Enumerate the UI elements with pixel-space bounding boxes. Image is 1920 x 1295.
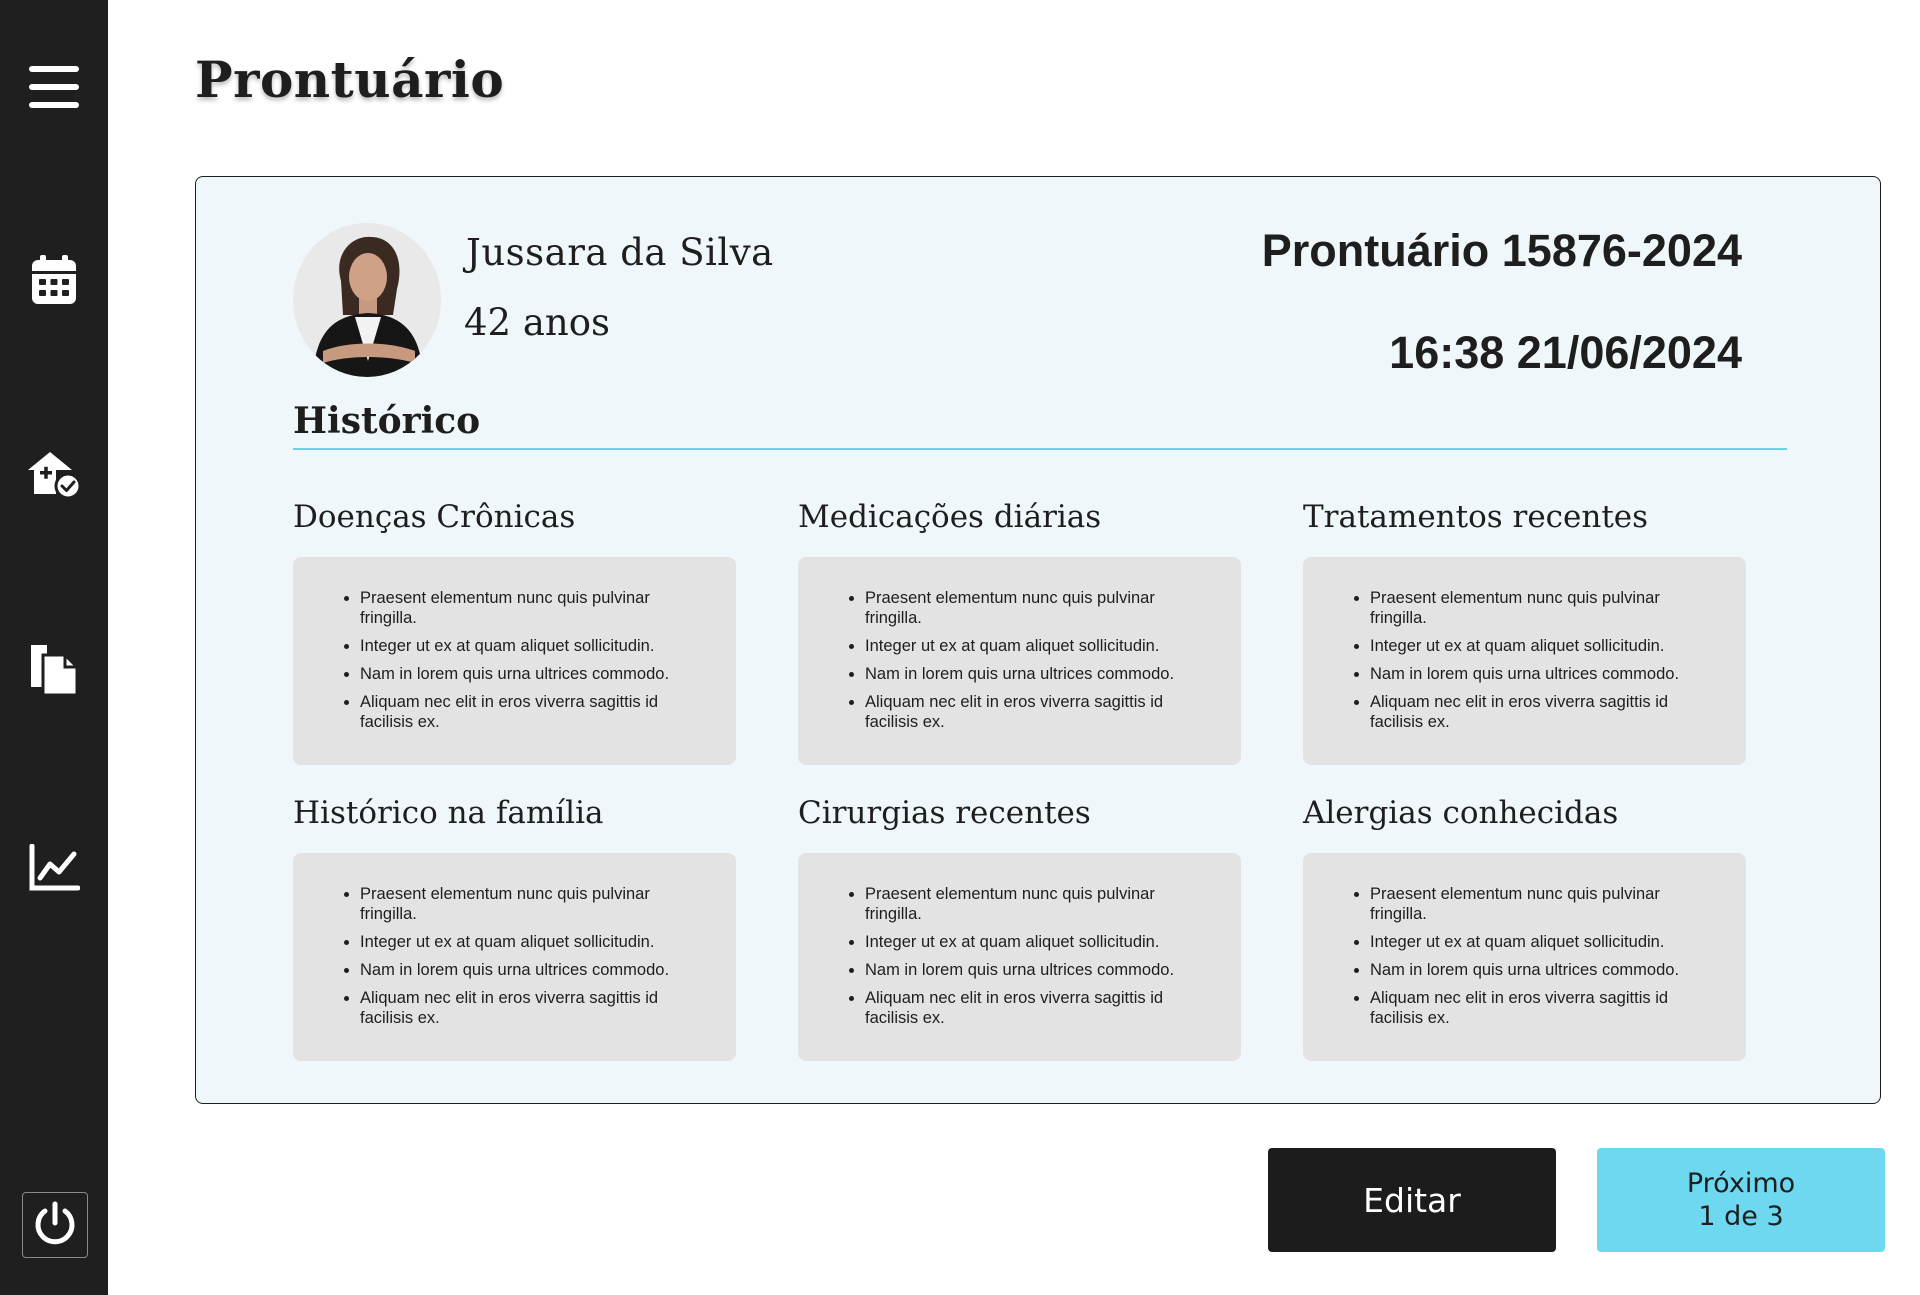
sidebar — [0, 0, 108, 1295]
chart-line-icon — [29, 844, 80, 891]
item-list: Praesent elementum nunc quis pulvinar fr… — [1333, 588, 1716, 732]
group-box-daily-medications: Praesent elementum nunc quis pulvinar fr… — [798, 557, 1241, 765]
item-list: Praesent elementum nunc quis pulvinar fr… — [828, 884, 1211, 1028]
calendar-icon — [32, 255, 76, 304]
group-box-known-allergies: Praesent elementum nunc quis pulvinar fr… — [1303, 853, 1746, 1061]
group-title-family-history: Histórico na família — [293, 795, 604, 831]
menu-button[interactable] — [14, 47, 94, 127]
list-item: Integer ut ex at quam aliquet sollicitud… — [1370, 932, 1716, 952]
item-list: Praesent elementum nunc quis pulvinar fr… — [828, 588, 1211, 732]
group-box-recent-surgeries: Praesent elementum nunc quis pulvinar fr… — [798, 853, 1241, 1061]
list-item: Nam in lorem quis urna ultrices commodo. — [865, 664, 1211, 684]
menu-icon — [29, 66, 79, 108]
page-title: Prontuário — [195, 50, 505, 109]
item-list: Praesent elementum nunc quis pulvinar fr… — [323, 588, 706, 732]
list-item: Aliquam nec elit in eros viverra sagitti… — [865, 988, 1211, 1028]
next-button-label: Próximo — [1686, 1168, 1796, 1199]
list-item: Praesent elementum nunc quis pulvinar fr… — [360, 884, 706, 924]
group-title-recent-surgeries: Cirurgias recentes — [798, 795, 1091, 831]
list-item: Praesent elementum nunc quis pulvinar fr… — [1370, 588, 1716, 628]
list-item: Aliquam nec elit in eros viverra sagitti… — [360, 988, 706, 1028]
list-item: Praesent elementum nunc quis pulvinar fr… — [1370, 884, 1716, 924]
list-item: Nam in lorem quis urna ultrices commodo. — [360, 664, 706, 684]
item-list: Praesent elementum nunc quis pulvinar fr… — [1333, 884, 1716, 1028]
sidebar-item-reports[interactable] — [14, 828, 94, 908]
list-item: Integer ut ex at quam aliquet sollicitud… — [360, 636, 706, 656]
documents-icon — [31, 645, 79, 697]
group-box-family-history: Praesent elementum nunc quis pulvinar fr… — [293, 853, 736, 1061]
home-health-check-icon — [28, 452, 82, 500]
group-title-daily-medications: Medicações diárias — [798, 499, 1102, 535]
list-item: Integer ut ex at quam aliquet sollicitud… — [1370, 636, 1716, 656]
list-item: Integer ut ex at quam aliquet sollicitud… — [360, 932, 706, 952]
power-icon — [35, 1201, 75, 1245]
group-box-chronic-diseases: Praesent elementum nunc quis pulvinar fr… — [293, 557, 736, 765]
list-item: Nam in lorem quis urna ultrices commodo. — [1370, 664, 1716, 684]
sidebar-item-calendar[interactable] — [14, 240, 94, 320]
list-item: Aliquam nec elit in eros viverra sagitti… — [1370, 692, 1716, 732]
record-card: Jussara da Silva 42 anos Prontuário 1587… — [195, 176, 1881, 1104]
avatar — [293, 223, 441, 377]
group-title-known-allergies: Alergias conhecidas — [1303, 795, 1619, 831]
group-title-recent-treatments: Tratamentos recentes — [1303, 499, 1649, 535]
record-id: Prontuário 15876-2024 — [1261, 225, 1742, 276]
group-box-recent-treatments: Praesent elementum nunc quis pulvinar fr… — [1303, 557, 1746, 765]
sidebar-item-health-home[interactable] — [14, 435, 94, 515]
edit-button-label: Editar — [1363, 1180, 1461, 1220]
list-item: Nam in lorem quis urna ultrices commodo. — [360, 960, 706, 980]
list-item: Praesent elementum nunc quis pulvinar fr… — [360, 588, 706, 628]
patient-age: 42 anos — [464, 301, 610, 344]
list-item: Integer ut ex at quam aliquet sollicitud… — [865, 636, 1211, 656]
list-item: Aliquam nec elit in eros viverra sagitti… — [360, 692, 706, 732]
sidebar-item-documents[interactable] — [14, 630, 94, 710]
logout-button[interactable] — [22, 1192, 88, 1258]
list-item: Aliquam nec elit in eros viverra sagitti… — [1370, 988, 1716, 1028]
list-item: Integer ut ex at quam aliquet sollicitud… — [865, 932, 1211, 952]
list-item: Nam in lorem quis urna ultrices commodo. — [865, 960, 1211, 980]
list-item: Aliquam nec elit in eros viverra sagitti… — [865, 692, 1211, 732]
item-list: Praesent elementum nunc quis pulvinar fr… — [323, 884, 706, 1028]
history-title: Histórico — [293, 400, 481, 442]
next-button-pagination: 1 de 3 — [1698, 1201, 1784, 1232]
edit-button[interactable]: Editar — [1268, 1148, 1556, 1252]
record-datetime: 16:38 21/06/2024 — [1389, 327, 1742, 378]
group-title-chronic-diseases: Doenças Crônicas — [293, 499, 576, 535]
history-divider — [293, 448, 1787, 450]
list-item: Nam in lorem quis urna ultrices commodo. — [1370, 960, 1716, 980]
next-button[interactable]: Próximo 1 de 3 — [1597, 1148, 1885, 1252]
list-item: Praesent elementum nunc quis pulvinar fr… — [865, 884, 1211, 924]
list-item: Praesent elementum nunc quis pulvinar fr… — [865, 588, 1211, 628]
patient-name: Jussara da Silva — [466, 231, 774, 274]
